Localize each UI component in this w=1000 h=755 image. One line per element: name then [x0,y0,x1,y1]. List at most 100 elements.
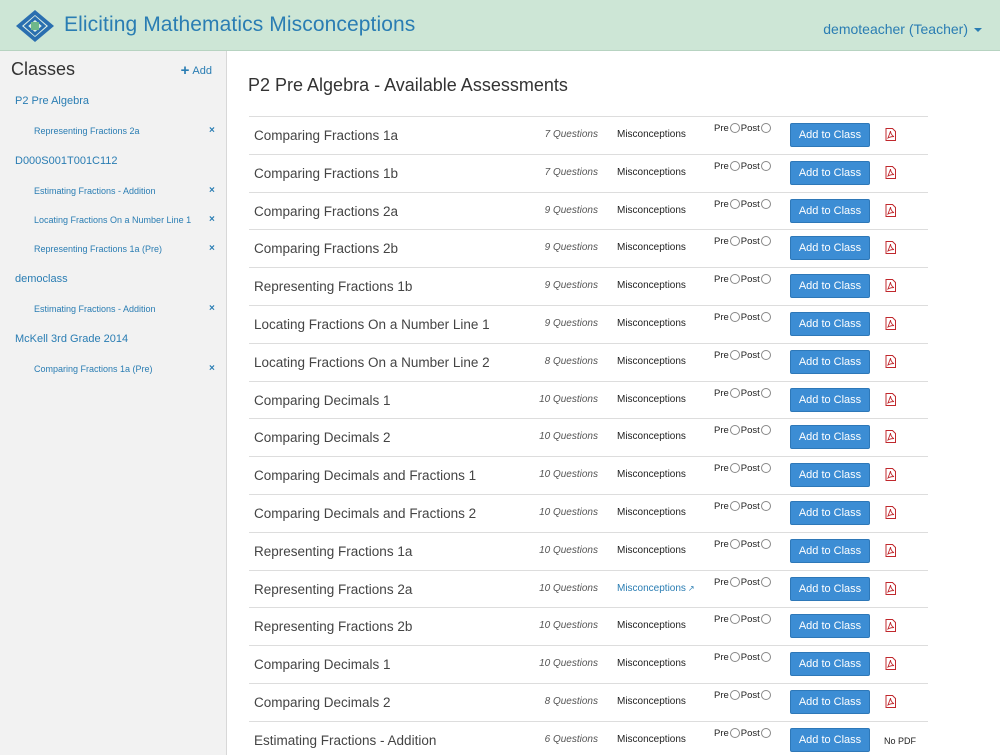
pdf-icon[interactable] [885,468,896,482]
post-radio[interactable] [760,160,771,171]
assessment-name: Comparing Decimals 1 [254,392,391,408]
add-to-class-button[interactable]: Add to Class [790,387,870,412]
post-label: Post [740,500,760,512]
table-row: Representing Fractions 2b 10 Questions Mis… [249,607,928,645]
pdf-icon[interactable] [885,505,896,519]
pdf-icon[interactable] [885,316,896,330]
post-radio[interactable] [760,274,771,285]
pre-radio[interactable] [729,652,740,663]
add-to-class-button[interactable]: Add to Class [790,689,870,714]
add-to-class-button[interactable]: Add to Class [790,500,870,525]
post-radio[interactable] [760,727,771,738]
remove-assessment-icon[interactable]: × [209,363,215,374]
remove-assessment-icon[interactable]: × [209,243,215,254]
pdf-icon[interactable] [885,392,896,406]
pdf-icon[interactable] [885,543,896,557]
user-menu[interactable]: demoteacher (Teacher) [823,21,982,37]
pdf-icon[interactable] [885,430,896,444]
add-class-button[interactable]: + Add [181,62,212,79]
pre-radio[interactable] [729,311,740,322]
post-radio[interactable] [760,387,771,398]
pdf-icon[interactable] [885,241,896,255]
pdf-icon[interactable] [885,203,896,217]
add-to-class-button[interactable]: Add to Class [790,236,870,261]
sidebar-assessment-link[interactable]: Estimating Fractions - Addition [34,304,156,314]
add-to-class-button[interactable]: Add to Class [790,538,870,563]
post-radio[interactable] [760,463,771,474]
post-radio[interactable] [760,538,771,549]
post-radio[interactable] [760,614,771,625]
pre-radio[interactable] [729,123,740,133]
question-count: 9 Questions [544,204,598,216]
misconceptions-link[interactable]: Misconceptions ↗ [617,583,695,594]
post-label: Post [740,727,760,739]
add-to-class-button[interactable]: Add to Class [790,727,870,752]
pre-radio[interactable] [729,425,740,436]
sidebar-class-link[interactable]: McKell 3rd Grade 2014 [15,333,128,345]
remove-assessment-icon[interactable]: × [209,303,215,314]
add-to-class-button[interactable]: Add to Class [790,198,870,223]
pre-radio[interactable] [729,614,740,625]
pre-radio[interactable] [729,689,740,700]
remove-assessment-icon[interactable]: × [209,214,215,225]
pdf-icon[interactable] [885,657,896,671]
add-to-class-button[interactable]: Add to Class [790,349,870,374]
add-to-class-button[interactable]: Add to Class [790,311,870,336]
add-to-class-button[interactable]: Add to Class [790,425,870,450]
pre-radio[interactable] [729,500,740,511]
sidebar-assessment-link[interactable]: Representing Fractions 1a (Pre) [34,244,162,254]
post-radio[interactable] [760,198,771,209]
pre-radio[interactable] [729,198,740,209]
pdf-icon[interactable] [885,165,896,179]
add-to-class-button[interactable]: Add to Class [790,576,870,601]
pre-radio[interactable] [729,349,740,360]
post-radio[interactable] [760,311,771,322]
sidebar-assessment-link[interactable]: Estimating Fractions - Addition [34,186,156,196]
question-count: 8 Questions [544,355,598,367]
pdf-icon[interactable] [885,279,896,293]
pre-radio[interactable] [729,387,740,398]
pre-radio[interactable] [729,160,740,171]
add-to-class-button[interactable]: Add to Class [790,614,870,639]
post-radio[interactable] [760,652,771,663]
post-radio[interactable] [760,689,771,700]
pre-radio[interactable] [729,576,740,587]
post-radio[interactable] [760,425,771,436]
pre-radio[interactable] [729,538,740,549]
pdf-icon[interactable] [885,694,896,708]
remove-assessment-icon[interactable]: × [209,185,215,196]
post-radio[interactable] [760,576,771,587]
post-radio[interactable] [760,123,771,133]
post-radio[interactable] [760,236,771,247]
add-to-class-button[interactable]: Add to Class [790,463,870,488]
pre-label: Pre [714,500,729,512]
post-radio[interactable] [760,500,771,511]
sidebar-heading: Classes [11,59,76,79]
table-row: Comparing Decimals and Fractions 2 10 Que… [249,493,928,532]
add-to-class-button[interactable]: Add to Class [790,652,870,677]
sidebar-class-link[interactable]: democlass [15,273,68,285]
misconceptions-label: Misconceptions [617,695,686,707]
add-to-class-button[interactable]: Add to Class [790,160,870,185]
assessment-name: Representing Fractions 1b [254,279,413,295]
add-to-class-button[interactable]: Add to Class [790,123,870,147]
sidebar-class-link[interactable]: P2 Pre Algebra [15,95,89,107]
pre-post-selector: Pre Post [714,274,772,285]
pre-label: Pre [714,538,729,550]
pre-radio[interactable] [729,236,740,247]
pdf-icon[interactable] [885,619,896,633]
remove-assessment-icon[interactable]: × [209,125,215,136]
post-radio[interactable] [760,349,771,360]
pre-radio[interactable] [729,463,740,474]
pdf-icon[interactable] [885,354,896,368]
table-row: Comparing Decimals 2 10 Questions Misconce… [249,418,928,456]
sidebar-assessment-link[interactable]: Locating Fractions On a Number Line 1 [34,215,191,225]
pre-radio[interactable] [729,274,740,285]
sidebar-assessment-link[interactable]: Representing Fractions 2a [34,126,140,136]
pdf-icon[interactable] [885,581,896,595]
sidebar-assessment-link[interactable]: Comparing Fractions 1a (Pre) [34,364,153,374]
add-to-class-button[interactable]: Add to Class [790,274,870,299]
sidebar-class-link[interactable]: D000S001T001C112 [15,155,118,167]
pre-radio[interactable] [729,727,740,738]
pdf-icon[interactable] [885,128,896,141]
